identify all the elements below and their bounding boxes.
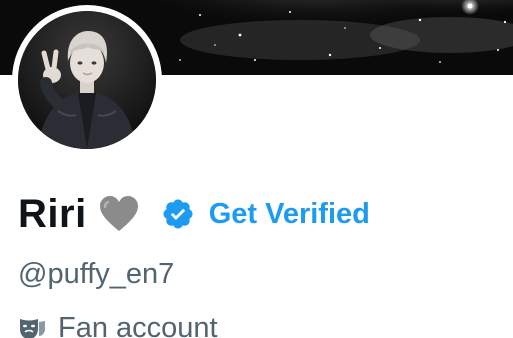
performing-arts-mask-icon [18,317,46,338]
avatar-photo [18,11,156,149]
verified-badge-icon[interactable] [161,197,195,231]
grey-heart-icon [99,195,139,233]
profile-category: Fan account [18,312,218,338]
profile-name-row: Riri Get Verified [18,186,370,242]
profile-page: Riri Get Verified @puffy_en7 Fan account [0,0,513,338]
get-verified-link[interactable]: Get Verified [209,198,370,231]
profile-avatar[interactable] [12,5,162,155]
display-name: Riri [18,191,87,236]
category-label: Fan account [58,312,218,338]
profile-handle: @puffy_en7 [18,258,175,290]
